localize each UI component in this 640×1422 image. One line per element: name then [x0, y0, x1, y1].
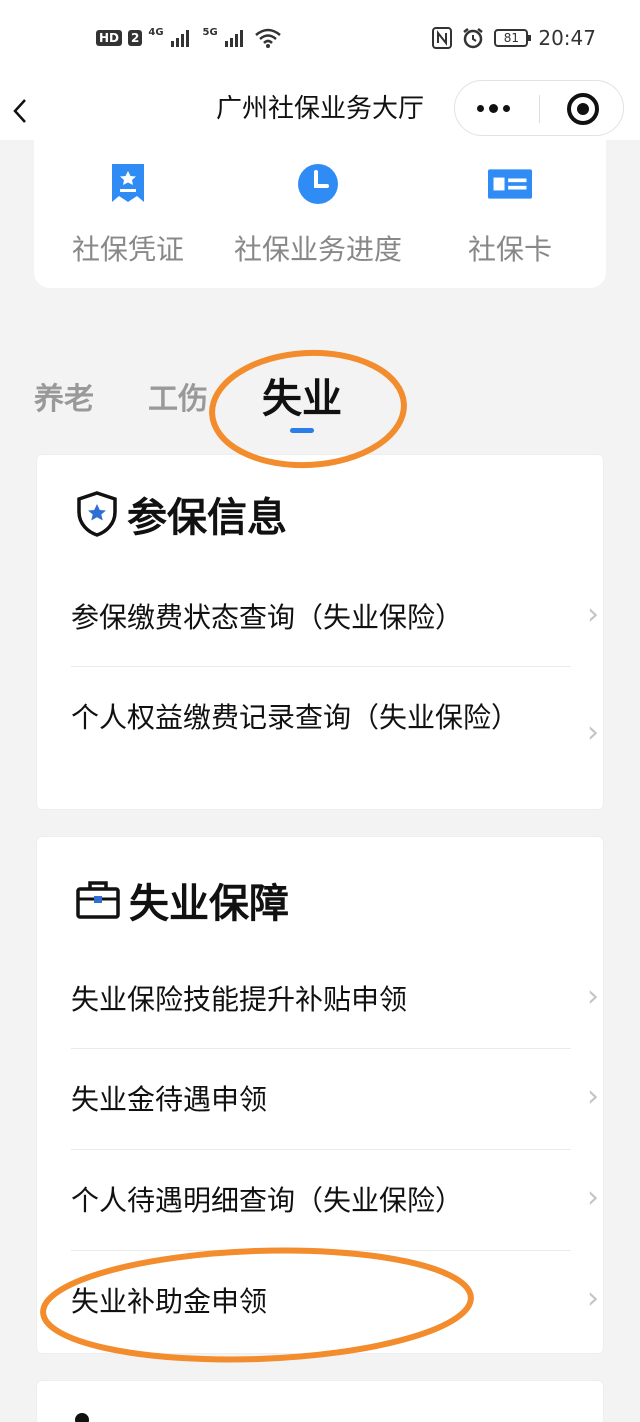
list-item[interactable]: 失业金待遇申领 › — [71, 1049, 599, 1150]
quick-entry-label: 社保凭证 — [72, 233, 185, 266]
capsule-divider — [539, 95, 540, 123]
signal-icon-2 — [224, 29, 243, 47]
target-circle-icon[interactable] — [567, 93, 599, 125]
hd-badge: HD — [96, 30, 123, 46]
quick-entry-certificate[interactable]: 社保凭证 — [72, 162, 184, 268]
list-item[interactable]: 失业保险技能提升补贴申领 › — [71, 947, 599, 1049]
alarm-icon — [463, 28, 484, 49]
tab-pension[interactable]: 养老 — [34, 374, 94, 418]
nav-bar: 广州社保业务大厅 — [0, 80, 640, 140]
quick-entry-label: 社保业务进度 — [234, 233, 403, 266]
chevron-right-icon: › — [587, 1281, 599, 1316]
shield-star-icon — [77, 491, 117, 537]
clock-icon — [298, 164, 338, 204]
next-section-card — [36, 1380, 604, 1422]
mini-program-capsule — [454, 80, 624, 136]
unemployment-card: 失业保障 失业保险技能提升补贴申领 › 失业金待遇申领 › 个人待遇明细查询（失… — [36, 836, 604, 1354]
certificate-bookmark-icon — [112, 164, 144, 202]
card-icon — [488, 169, 532, 199]
more-dots-icon[interactable] — [477, 93, 517, 123]
chevron-right-icon: › — [587, 979, 599, 1014]
status-bar: HD 2 4G 5G 81 20:47 — [0, 0, 640, 80]
list-item-label: 失业补助金申领 — [71, 1285, 268, 1318]
wifi-icon — [254, 28, 281, 48]
insured-info-card: 参保信息 参保缴费状态查询（失业保险） › 个人权益缴费记录查询（失业保险） › — [36, 454, 604, 810]
section-title: 失业保障 — [129, 881, 289, 927]
list-item-label: 参保缴费状态查询（失业保险） — [71, 601, 464, 634]
status-right: 81 20:47 — [432, 26, 596, 50]
nfc-icon — [432, 27, 453, 49]
section-title: 参保信息 — [127, 495, 287, 541]
tab-work-injury[interactable]: 工伤 — [148, 374, 208, 418]
list-item-label: 个人权益缴费记录查询（失业保险） — [71, 701, 520, 734]
chevron-right-icon: › — [587, 597, 599, 632]
quick-entry-label: 社保卡 — [468, 233, 553, 266]
card-header: 失业保障 — [75, 871, 289, 929]
list-item-label: 个人待遇明细查询（失业保险） — [71, 1184, 464, 1217]
briefcase-icon — [76, 881, 120, 919]
tab-unemployment[interactable]: 失业 — [262, 366, 342, 424]
status-left: HD 2 4G 5G — [96, 26, 281, 48]
list-item[interactable]: 个人待遇明细查询（失业保险） › — [71, 1150, 599, 1251]
network-4g-label: 4G — [148, 26, 164, 38]
chevron-right-icon: › — [587, 715, 599, 750]
list-item-label: 失业保险技能提升补贴申领 — [71, 983, 408, 1016]
card-header: 参保信息 — [75, 485, 287, 543]
chevron-right-icon: › — [587, 1180, 599, 1215]
list-item[interactable]: 失业补助金申领 › — [71, 1251, 599, 1353]
quick-entry-progress[interactable]: 社保业务进度 — [234, 162, 402, 268]
sim-badge: 2 — [128, 30, 143, 46]
quick-entry-card: 社保凭证 社保业务进度 社保卡 — [34, 140, 606, 288]
signal-icon — [170, 29, 189, 47]
network-5g-label: 5G — [202, 26, 218, 38]
battery-indicator: 81 — [494, 29, 532, 47]
quick-entry-card-item[interactable]: 社保卡 — [468, 162, 552, 268]
list-item-label: 失业金待遇申领 — [71, 1083, 268, 1116]
list-item[interactable]: 个人权益缴费记录查询（失业保险） › — [71, 667, 599, 811]
clock-time: 20:47 — [538, 26, 596, 50]
list-item[interactable]: 参保缴费状态查询（失业保险） › — [71, 585, 599, 667]
active-tab-indicator — [290, 428, 314, 433]
next-section-icon — [75, 1411, 115, 1422]
chevron-right-icon: › — [587, 1079, 599, 1114]
